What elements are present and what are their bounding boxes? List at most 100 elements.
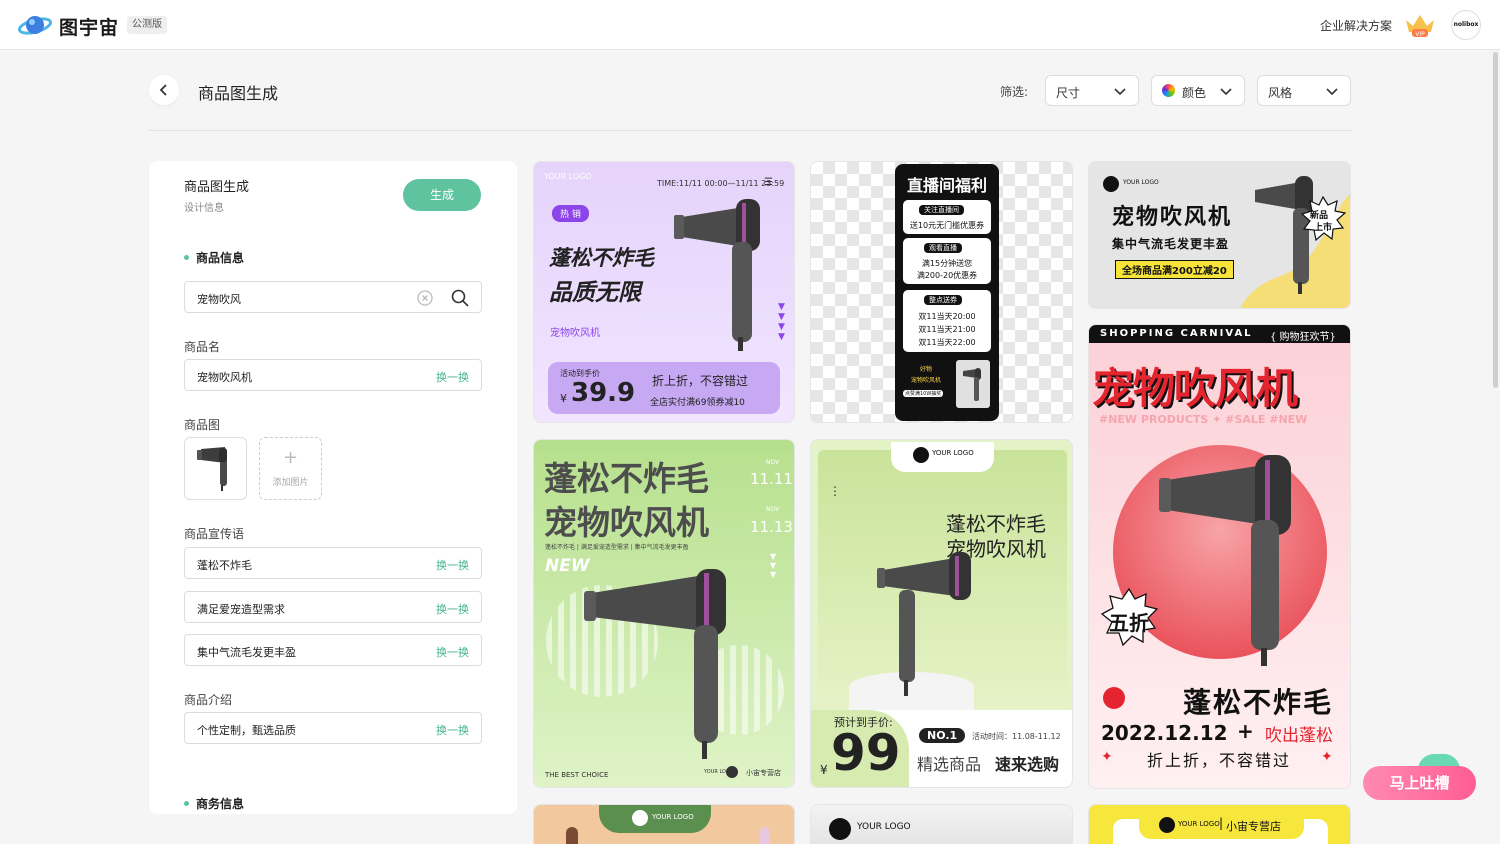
swap-slogan-button[interactable]: 换一换 [436,557,469,573]
product-subtitle: 宠物吹风机 [550,328,600,339]
product-image-thumbnail[interactable] [184,437,247,500]
card-promo: 全场商品满200立减20 [1115,260,1234,279]
card-logo: YOUR LOGO [932,449,974,457]
add-image-button[interactable]: + 添加图片 [259,437,322,500]
intro-value: 个性定制，甄选品质 [197,724,296,737]
slogan-b: 速来选购 [995,755,1060,774]
swap-product-name-button[interactable]: 换一换 [436,369,469,385]
template-card-6[interactable]: YOUR LOGO ⋮ 蓬松不炸毛 宠物吹风机 预计到手价: ¥ 99 NO.1… [810,439,1073,788]
benefit-badge-1: 关注直播间 [919,205,964,215]
template-card-4[interactable]: SHOPPING CARNIVAL { 购物狂欢节} 宠物吹风机 #NEW PR… [1088,324,1351,789]
shop-name: 小宙专营店 [1226,820,1281,833]
small-caption: 蓬松不炸毛 | 满足爱宠造型需求 | 集中气流毛发更丰盈 [545,544,689,551]
star-badge [1103,687,1125,709]
discount-text: 五折 [1109,611,1149,635]
card-subtitle: 集中气流毛发更丰盈 [1112,237,1230,251]
hair-dryer-icon [963,368,981,401]
intro-label: 商品介绍 [184,693,233,707]
slogan-label: 商品宣传语 [184,527,245,541]
chevron-down-icon [1220,88,1232,96]
template-card-9[interactable]: YOUR LOGO | 小宙专营店 [1088,804,1351,844]
back-button[interactable] [149,75,179,105]
slogan: 蓬松不炸毛 [1183,686,1334,719]
logo-mark [726,766,738,778]
page-scrollbar[interactable] [1493,52,1498,388]
template-card-3[interactable]: YOUR LOGO 宠物吹风机 集中气流毛发更丰盈 全场商品满200立减20 新… [1088,161,1351,309]
hair-dryer-icon [584,569,726,759]
currency: ¥ [560,392,567,405]
sparkle-icon: ✦ [1101,749,1113,765]
slogan-a: 精选商品 [917,755,982,774]
new-label: NEW [545,556,590,576]
generate-button[interactable]: 生成 [403,179,481,211]
logo-tab [891,442,994,472]
bottom-slogan: 折上折，不容错过 [1147,751,1292,770]
swap-slogan-button[interactable]: 换一换 [436,644,469,660]
template-card-5[interactable]: 蓬松不炸毛 宠物吹风机 NOV 11.11 NOV 11.13 蓬松不炸毛 | … [533,439,795,788]
slogan-field-1[interactable]: 蓬松不炸毛 换一换 [184,547,482,579]
live-title: 直播间福利 [906,176,987,195]
hair-dryer-icon [1159,455,1291,666]
user-avatar[interactable]: nolibox [1451,10,1481,40]
date-1: 11.11 [750,470,793,488]
benefit-text-3a: 双11当天20:00 [918,312,976,321]
product-name-value: 宠物吹风机 [197,371,252,384]
benefit-text-1: 送10元无门槛优惠券 [909,221,985,230]
menu-icon: ☰ [764,177,773,188]
footer-right: 小宙专营店 [746,769,781,777]
feedback-button[interactable]: 马上吐槽 [1363,766,1476,800]
slogan-value: 蓬松不炸毛 [197,559,252,572]
plus-sign: + [1237,719,1254,743]
product-info-heading: 商品信息 [184,249,244,266]
swap-slogan-button[interactable]: 换一换 [436,601,469,617]
slogan-value: 满足爱宠造型需求 [197,603,285,616]
filter-label: 筛选: [1000,85,1029,99]
template-card-8[interactable]: YOUR LOGO [810,804,1073,844]
template-card-2[interactable]: 直播间福利 关注直播间 送10元无门槛优惠券 观看直播 满15分钟送您 满200… [810,161,1073,423]
panel-subtitle: 设计信息 [184,203,224,214]
intro-field[interactable]: 个性定制，甄选品质 换一换 [184,712,482,744]
more-icon: ⋮ [829,484,841,498]
product-search-field[interactable]: 宠物吹风 [184,281,482,313]
swap-intro-button[interactable]: 换一换 [436,722,469,738]
size-filter-select[interactable]: 尺寸 [1045,75,1139,106]
promo-line-1: 折上折，不容错过 [652,374,749,388]
hair-dryer-icon [674,199,760,351]
card-logo: YOUR LOGO [1178,820,1220,828]
separator: | [1219,816,1224,830]
headline-2: 宠物吹风机 [544,503,709,542]
benefit-text-2b: 满200-20优惠券 [916,271,978,280]
chevron-down-icon [1326,88,1338,96]
planet-logo-icon[interactable] [18,11,52,39]
slogan-field-3[interactable]: 集中气流毛发更丰盈 换一换 [184,634,482,666]
search-icon[interactable] [450,288,470,308]
product-name-field[interactable]: 宠物吹风机 换一换 [184,359,482,391]
card-title: 宠物吹风机 [1112,205,1233,230]
card-logo: YOUR LOGO [857,822,911,832]
enterprise-solutions-link[interactable]: 企业解决方案 [1320,17,1392,34]
style-filter-select[interactable]: 风格 [1257,75,1351,106]
chevron-down-icon [1114,88,1126,96]
month-label-1: NOV [766,459,780,466]
slogan-field-2[interactable]: 满足爱宠造型需求 换一换 [184,591,482,623]
promo-line-2: 全店实付满69领券减10 [650,398,745,408]
brand-name[interactable]: 图宇宙 [59,13,119,40]
sparkle-icon: ✦ [1321,749,1333,765]
date-2: 11.13 [750,518,793,536]
gift-text-1: 好物 [919,366,932,373]
hair-dryer-icon [877,552,971,696]
logo-mark [632,810,648,826]
clear-icon[interactable] [417,290,433,306]
logo-mark [829,818,851,840]
decor-shape [566,827,578,844]
size-filter-label: 尺寸 [1056,86,1081,100]
currency: ¥ [820,763,828,777]
color-filter-select[interactable]: 颜色 [1151,75,1245,106]
template-card-7[interactable]: YOUR LOGO [533,804,795,844]
fluffy-text: 吹出蓬松 [1265,726,1333,746]
headline-1: 蓬松不炸毛 [549,246,654,270]
arrow-down-icon: ▼ ▼ ▼ ▼ [778,302,785,342]
business-info-heading: 商务信息 [184,795,244,812]
vip-crown-icon[interactable]: VIP [1404,12,1436,38]
template-card-1[interactable]: YOUR LOGO TIME:11/11 00:00—11/11 23:59 ☰… [533,161,795,423]
